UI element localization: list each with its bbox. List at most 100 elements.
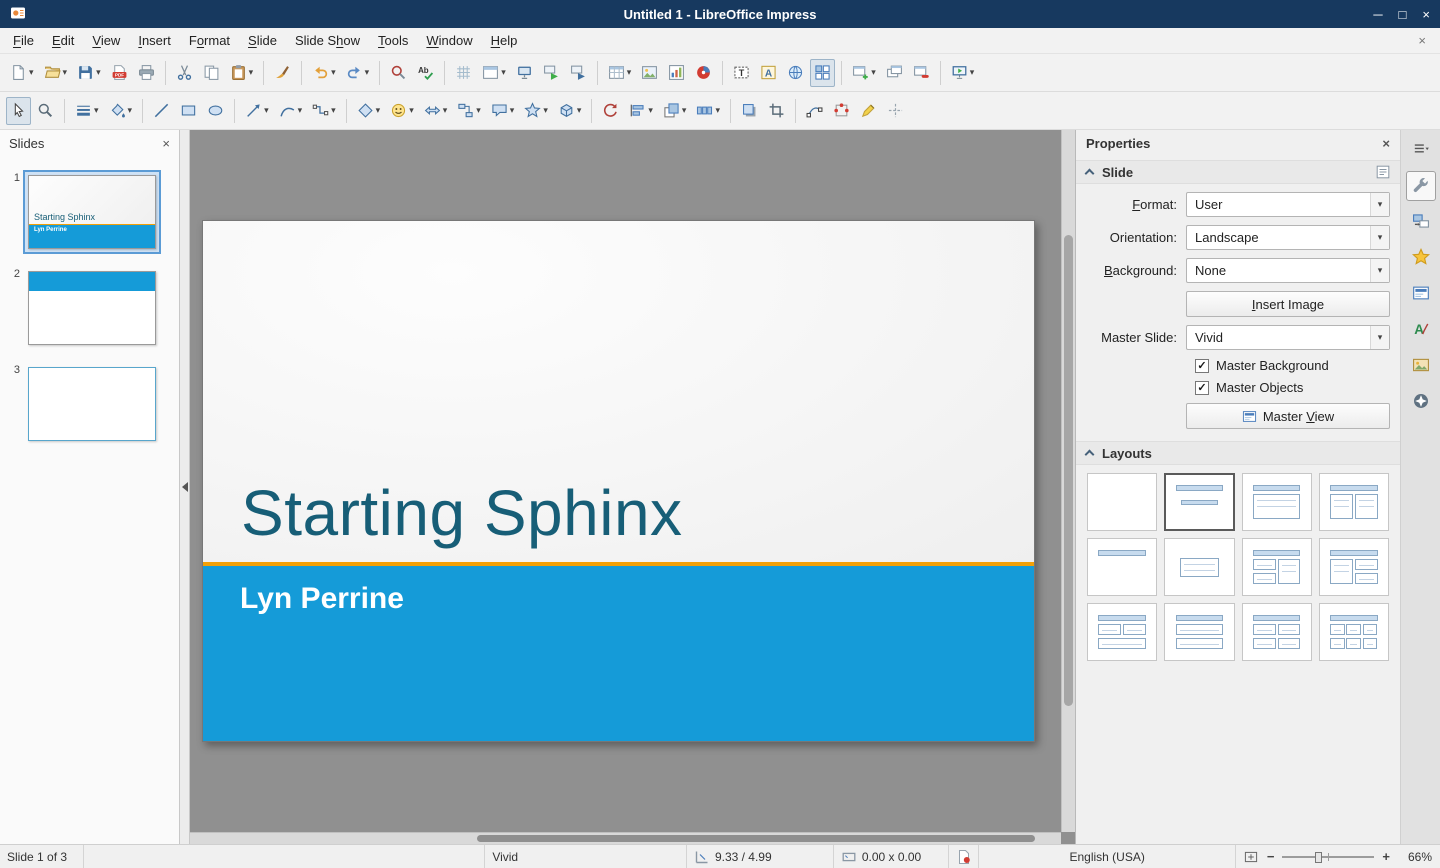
- insert-image-button[interactable]: Insert Image: [1186, 291, 1390, 317]
- menu-view[interactable]: View: [83, 29, 129, 52]
- zoom-slider-thumb[interactable]: [1315, 852, 1322, 863]
- print-button[interactable]: [134, 59, 159, 87]
- undo-button[interactable]: ▾: [308, 59, 340, 87]
- basic-shapes-button[interactable]: ▾: [353, 97, 385, 125]
- titlebar[interactable]: Untitled 1 - LibreOffice Impress ─ □ ×: [0, 0, 1440, 28]
- export-pdf-button[interactable]: PDF: [107, 59, 132, 87]
- dropdown-arrow-icon[interactable]: ▾: [510, 105, 515, 116]
- slide-thumb-preview[interactable]: [28, 367, 156, 441]
- zoom-in-button[interactable]: +: [1380, 849, 1392, 864]
- line-style-button[interactable]: ▾: [71, 97, 103, 125]
- connectors-button[interactable]: ▾: [308, 97, 340, 125]
- display-grid-button[interactable]: [451, 59, 476, 87]
- insert-image-button[interactable]: [637, 59, 662, 87]
- dropdown-arrow-icon[interactable]: ▾: [871, 67, 876, 78]
- sidebar-tab-transitions[interactable]: [1406, 207, 1436, 237]
- horizontal-scrollbar[interactable]: [190, 832, 1061, 844]
- layout-title-subtitle[interactable]: [1164, 473, 1234, 531]
- dropdown-arrow-icon[interactable]: ▾: [331, 67, 336, 78]
- display-views-button[interactable]: [810, 59, 835, 87]
- layout-t-2c-over-c[interactable]: [1087, 603, 1157, 661]
- new-slide-button[interactable]: ▾: [848, 59, 880, 87]
- sidebar-tab-master-slides[interactable]: [1406, 279, 1436, 309]
- orientation-dropdown-arrow[interactable]: ▾: [1370, 226, 1389, 249]
- background-dropdown[interactable]: None▾: [1186, 258, 1390, 283]
- minimize-button[interactable]: ─: [1373, 8, 1382, 21]
- start-slideshow-button[interactable]: ▾: [947, 59, 979, 87]
- spelling-button[interactable]: Ab: [413, 59, 438, 87]
- dropdown-arrow-icon[interactable]: ▾: [476, 105, 481, 116]
- layout-centered-text[interactable]: [1164, 538, 1234, 596]
- helplines-button[interactable]: [883, 97, 908, 125]
- ellipse-button[interactable]: [203, 97, 228, 125]
- delete-slide-button[interactable]: [909, 59, 934, 87]
- sidebar-tab-styles[interactable]: A: [1406, 315, 1436, 345]
- duplicate-slide-button[interactable]: [882, 59, 907, 87]
- dropdown-arrow-icon[interactable]: ▾: [298, 105, 303, 116]
- dropdown-arrow-icon[interactable]: ▾: [94, 105, 99, 116]
- sidebar-tab-settings[interactable]: [1406, 135, 1436, 165]
- dropdown-arrow-icon[interactable]: ▾: [365, 67, 370, 78]
- master-background-checkbox-row[interactable]: ✓Master Background: [1195, 358, 1390, 373]
- document-modified-status[interactable]: [949, 845, 979, 868]
- distribute-button[interactable]: ▾: [692, 97, 724, 125]
- restore-button[interactable]: □: [1399, 8, 1407, 21]
- rectangle-button[interactable]: [176, 97, 201, 125]
- start-from-first-button[interactable]: [539, 59, 564, 87]
- fill-color-button[interactable]: ▾: [105, 97, 137, 125]
- dropdown-arrow-icon[interactable]: ▾: [501, 67, 506, 78]
- layout-t-6c[interactable]: [1319, 603, 1389, 661]
- master-background-checkbox[interactable]: ✓: [1195, 359, 1209, 373]
- sidebar-tab-navigator[interactable]: [1406, 387, 1436, 417]
- slide-canvas[interactable]: Starting Sphinx Lyn Perrine: [202, 220, 1035, 742]
- new-button[interactable]: ▾: [6, 59, 38, 87]
- background-dropdown-arrow[interactable]: ▾: [1370, 259, 1389, 282]
- master-slide-dropdown-arrow[interactable]: ▾: [1370, 326, 1389, 349]
- slide-thumbnail-2[interactable]: 2: [0, 266, 179, 350]
- menu-format[interactable]: Format: [180, 29, 239, 52]
- dropdown-arrow-icon[interactable]: ▾: [577, 105, 582, 116]
- slide-title[interactable]: Starting Sphinx: [241, 476, 683, 550]
- callout-shapes-button[interactable]: ▾: [487, 97, 519, 125]
- dropdown-arrow-icon[interactable]: ▾: [331, 105, 336, 116]
- layout-t-4c[interactable]: [1242, 603, 1312, 661]
- layout-title-only[interactable]: [1087, 538, 1157, 596]
- dropdown-arrow-icon[interactable]: ▾: [543, 105, 548, 116]
- symbol-shapes-button[interactable]: ▾: [386, 97, 418, 125]
- slide-thumb-preview[interactable]: [28, 271, 156, 345]
- select-button[interactable]: [6, 97, 31, 125]
- slide-thumbnail-1[interactable]: 1Starting SphinxLyn Perrine: [0, 170, 179, 254]
- panel-splitter[interactable]: [180, 130, 190, 844]
- slide-thumb-preview[interactable]: Starting SphinxLyn Perrine: [28, 175, 156, 249]
- dropdown-arrow-icon[interactable]: ▾: [443, 105, 448, 116]
- block-arrows-button[interactable]: ▾: [420, 97, 452, 125]
- dropdown-arrow-icon[interactable]: ▾: [249, 67, 254, 78]
- insert-fontwork-button[interactable]: A: [756, 59, 781, 87]
- format-dropdown[interactable]: User▾: [1186, 192, 1390, 217]
- start-from-current-button[interactable]: [566, 59, 591, 87]
- fit-slide-icon[interactable]: [1243, 849, 1259, 865]
- sidebar-tab-properties[interactable]: [1406, 171, 1436, 201]
- toggle-extrusion-button[interactable]: [856, 97, 881, 125]
- slide-section-header[interactable]: Slide: [1076, 160, 1400, 184]
- dropdown-arrow-icon[interactable]: ▾: [128, 105, 133, 116]
- insert-hyperlink-button[interactable]: [783, 59, 808, 87]
- layout-t-c-over-c[interactable]: [1164, 603, 1234, 661]
- shadow-button[interactable]: [737, 97, 762, 125]
- dropdown-arrow-icon[interactable]: ▾: [29, 67, 34, 78]
- master-view-button[interactable]: Master View: [1186, 403, 1390, 429]
- vertical-scrollbar[interactable]: [1061, 130, 1075, 832]
- dropdown-arrow-icon[interactable]: ▾: [376, 105, 381, 116]
- layout-t-c-2c[interactable]: [1319, 538, 1389, 596]
- language-status[interactable]: English (USA): [979, 845, 1235, 868]
- 3d-objects-button[interactable]: ▾: [554, 97, 586, 125]
- save-button[interactable]: ▾: [73, 59, 105, 87]
- close-button[interactable]: ×: [1422, 8, 1430, 21]
- dropdown-arrow-icon[interactable]: ▾: [96, 67, 101, 78]
- redo-button[interactable]: ▾: [342, 59, 374, 87]
- zoom-slider[interactable]: [1282, 850, 1374, 864]
- sidebar-tab-animation[interactable]: [1406, 243, 1436, 273]
- close-document-button[interactable]: ×: [1408, 33, 1436, 48]
- layout-title-content[interactable]: [1242, 473, 1312, 531]
- insert-chart-button[interactable]: [664, 59, 689, 87]
